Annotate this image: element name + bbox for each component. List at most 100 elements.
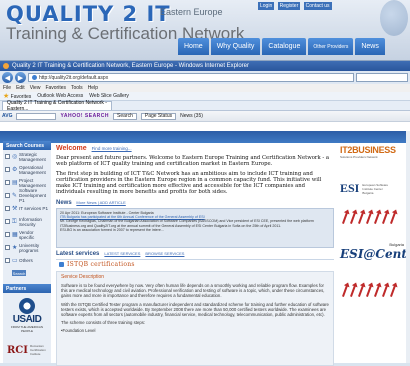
site-logo[interactable]: QUALITY 2 IT [6,2,171,26]
window-titlebar: Quality 2 IT Training & Certification Ne… [0,61,410,71]
main-nav: Home Why Quality Catalogue Other Provide… [178,38,385,55]
menu-view[interactable]: View [30,85,41,91]
checkbox[interactable] [5,258,10,263]
sidebar-item-university[interactable]: ★ University programs [3,241,51,254]
sidebar-item-label: Project Management [19,177,46,188]
browser-tab[interactable]: Quality 2 IT Training & Certification Ne… [2,100,112,112]
favorites-button[interactable]: ★ Favorites [3,92,31,100]
lock-icon: ⚿ [12,217,17,225]
usaid-name: USAID [12,314,42,325]
sidebar-item-label: IT services P1 [19,206,49,211]
article-paragraph: The scheme consists of three training st… [61,320,146,326]
checkbox[interactable] [5,167,10,172]
checkbox[interactable] [5,206,10,211]
welcome-title: Welcome [56,145,87,152]
wrench-icon: ⚒ [12,204,18,212]
browser-search-input[interactable] [356,73,408,82]
article-title: Service Description [61,273,105,280]
checkbox[interactable] [5,245,10,250]
latest-services-title: Latest services [56,250,100,257]
rci-tagline: Romanian Certification Institute [29,344,46,356]
avg-logo[interactable]: AVG [2,113,12,119]
register-link[interactable]: Register [277,2,301,10]
page-content: Search Courses ◎ Strategic Management ⚙ Op… [0,131,410,366]
sidebar-item-operational[interactable]: ⚙ Operational Management [3,163,51,176]
avg-search-input[interactable] [16,112,57,120]
clipboard-icon: ▤ [12,178,18,186]
sidebar-item-label: Others [19,258,33,263]
usaid-logo[interactable]: USAID FROM THE AMERICAN PEOPLE [7,298,47,333]
page-status-button[interactable]: Page Status [140,112,177,120]
partners-header: Partners [3,284,51,293]
article-paragraph: Software is to be found everywhere by no… [61,282,325,299]
rci-logo[interactable]: RCI Romanian Certification Institute [7,344,51,356]
forward-button[interactable]: ▶ [15,72,26,83]
usaid-seal-icon [19,298,35,314]
nav-news[interactable]: News [355,38,385,55]
contact-link[interactable]: Contact us [303,2,332,10]
menu-favorites[interactable]: Favorites [45,85,66,91]
vertical-scrollbar[interactable] [406,131,410,363]
sidebar-item-label: Operational Management [19,164,46,175]
ie-icon [3,63,9,69]
it2business-ad[interactable]: IT2BUSINESS [340,145,408,155]
menu-tools[interactable]: Tools [71,85,83,91]
folder-icon: ▭ [12,256,18,264]
checkbox[interactable] [5,232,10,237]
fav-web-slice[interactable]: Web Slice Gallery [89,93,129,99]
welcome-link[interactable]: Find more training... [92,146,132,151]
article-paragraph: •Foundation Level [61,328,96,334]
sidebar-item-others[interactable]: ▭ Others [3,254,51,267]
nav-other-providers[interactable]: Other Providers [308,38,354,55]
top-links: Login Register Contact us [258,2,334,10]
content-top-band [0,131,410,143]
checkbox[interactable] [5,219,10,224]
news-more-link[interactable]: More News | ADD ARTICLE [76,200,125,205]
login-link[interactable]: Login [258,2,275,10]
sidebar-item-strategic[interactable]: ◎ Strategic Management [3,150,51,163]
checkbox[interactable] [5,193,10,198]
code-icon: ✎ [12,191,18,199]
search-courses-header: Search Courses [3,141,51,150]
sidebar-item-label: University programs [19,242,40,253]
news-heading: News More News | ADD ARTICLE [56,200,334,206]
sidebar-item-label: Vendor specific [19,229,35,240]
checkbox[interactable] [5,180,10,185]
news-button[interactable]: News (35) [180,113,203,119]
latest-services-link[interactable]: LATEST SERVICES [104,251,140,256]
news-line: ESI-BG is an association formed in 2007 … [60,227,164,232]
it2business-tagline: Solutions Providers Network [340,155,378,159]
sidebar-item-infosec[interactable]: ⚿ Information Security [3,215,51,228]
address-row: ◀ ▶ http://quality2it.org/default.aspx [0,71,410,84]
main-content: Welcome Find more training... Dear prese… [56,145,334,366]
menu-file[interactable]: File [3,85,11,91]
school-icon: ★ [12,243,18,251]
nav-why-quality[interactable]: Why Quality [210,38,261,55]
back-button[interactable]: ◀ [2,72,13,83]
esicenter-ad[interactable]: ESI@Center [340,247,410,261]
nav-catalogue[interactable]: Catalogue [262,38,307,55]
sidebar-item-it-services[interactable]: ⚒ IT services P1 [3,202,51,215]
welcome-heading: Welcome Find more training... [56,145,334,152]
istqb-title[interactable]: ISTQB certifications [67,261,135,268]
usaid-tagline: FROM THE AMERICAN PEOPLE [10,325,44,333]
yahoo-search-button[interactable]: Search [113,112,137,120]
checkbox[interactable] [5,154,10,159]
globe-graphic [380,0,408,36]
sidebar-item-vendor[interactable]: ▦ Vendor specific [3,228,51,241]
menu-bar: File Edit View Favorites Tools Help [0,84,410,92]
rci-name: RCI [7,344,28,356]
site-region: Eastern Europe [160,7,223,17]
sidebar-item-label: Strategic Management [19,151,46,162]
window-title: Quality 2 IT Training & Certification Ne… [12,63,249,69]
sidebar-item-software-dev[interactable]: ✎ Software Development P1 [3,188,51,203]
address-bar[interactable]: http://quality2it.org/default.aspx [28,73,354,82]
news-title: News [56,199,72,206]
menu-edit[interactable]: Edit [16,85,25,91]
fav-outlook[interactable]: Outlook Web Access [37,93,83,99]
nav-home[interactable]: Home [178,38,209,55]
menu-help[interactable]: Help [88,85,98,91]
course-search-button[interactable]: Search [12,270,26,276]
browse-services-link[interactable]: BROWSE SERVICES [145,251,184,256]
esi-ad[interactable]: ESI European Software Institute Center B… [340,181,408,196]
